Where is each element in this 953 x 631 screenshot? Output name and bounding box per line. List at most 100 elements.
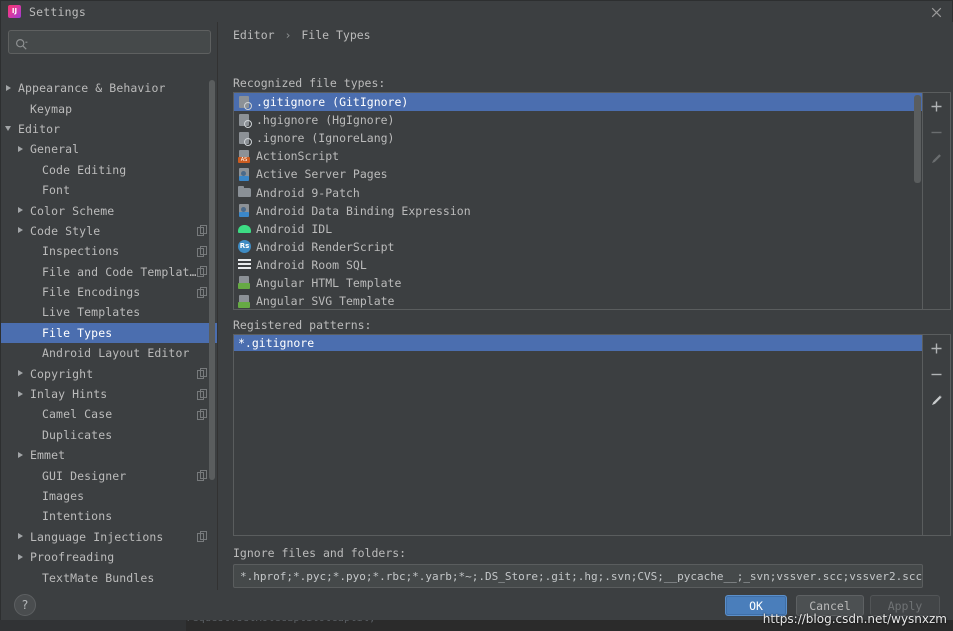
sidebar-item-label: Emmet	[30, 448, 66, 463]
pattern-row[interactable]: *.gitignore	[234, 335, 922, 351]
file-type-label: Android 9-Patch	[256, 185, 360, 200]
sidebar-item-code-editing[interactable]: Code Editing	[1, 160, 218, 180]
file-type-label: Android RenderScript	[256, 239, 395, 254]
file-type-row[interactable]: Rs Android RenderScript	[234, 238, 922, 256]
chevron-right-icon[interactable]	[17, 532, 26, 541]
copy-settings-icon	[197, 388, 208, 400]
search-box[interactable]	[8, 30, 211, 54]
sidebar-item-gui-designer[interactable]: GUI Designer	[1, 465, 218, 485]
sidebar-item-font[interactable]: Font	[1, 180, 218, 200]
ignore-files-input[interactable]: *.hprof;*.pyc;*.pyo;*.rbc;*.yarb;*~;.DS_…	[233, 564, 923, 588]
sidebar-item-general[interactable]: General	[1, 139, 218, 159]
sidebar-item-inlay-hints[interactable]: Inlay Hints	[1, 384, 218, 404]
chevron-down-icon[interactable]	[5, 124, 14, 133]
file-type-row[interactable]: Angular HTML Template	[234, 274, 922, 292]
recognized-list-scrollbar[interactable]	[914, 95, 921, 183]
chevron-right-icon[interactable]	[17, 451, 26, 460]
file-type-row[interactable]: Android IDL	[234, 220, 922, 238]
sidebar-item-label: Intentions	[42, 509, 113, 524]
sidebar-item-code-style[interactable]: Code Style	[1, 221, 218, 241]
sidebar-item-inspections[interactable]: Inspections	[1, 241, 218, 261]
search-icon	[15, 36, 28, 50]
sidebar-item-intentions[interactable]: Intentions	[1, 506, 218, 526]
sidebar-item-label: General	[30, 142, 80, 157]
sidebar-item-file-and-code-templates[interactable]: File and Code Templates	[1, 262, 218, 282]
file-type-row[interactable]: Android 9-Patch	[234, 183, 922, 201]
chevron-right-icon[interactable]	[5, 84, 14, 93]
breadcrumb-leaf: File Types	[301, 28, 371, 42]
sidebar-item-label: Color Scheme	[30, 203, 115, 218]
sidebar-item-label: Font	[42, 183, 71, 198]
sidebar-item-images[interactable]: Images	[1, 486, 218, 506]
sidebar-item-live-templates[interactable]: Live Templates	[1, 302, 218, 322]
sidebar-item-android-layout-editor[interactable]: Android Layout Editor	[1, 343, 218, 363]
sidebar-item-label: File Encodings	[42, 285, 141, 300]
breadcrumb-separator-icon: ›	[284, 28, 292, 42]
close-icon[interactable]	[928, 4, 944, 20]
ignore-files-label: Ignore files and folders:	[233, 546, 407, 560]
file-type-row[interactable]: Android Data Binding Expression	[234, 202, 922, 220]
sidebar-item-file-encodings[interactable]: File Encodings	[1, 282, 218, 302]
chevron-right-icon[interactable]	[17, 206, 26, 215]
chevron-right-icon[interactable]	[17, 226, 26, 235]
file-type-row[interactable]: .gitignore (GitIgnore)	[234, 93, 922, 112]
sidebar-item-label: Appearance & Behavior	[18, 81, 166, 96]
sidebar-item-proofreading[interactable]: Proofreading	[1, 547, 218, 567]
file-type-row[interactable]: Active Server Pages	[234, 165, 922, 183]
chevron-right-icon[interactable]	[17, 390, 26, 399]
settings-dialog: IJ Settings Appearance & Behavior Keymap…	[0, 0, 953, 620]
sidebar-item-label: Code Editing	[42, 162, 127, 177]
sidebar-item-textmate-bundles[interactable]: TextMate Bundles	[1, 567, 218, 587]
angular-svg-icon	[238, 294, 251, 308]
android-databinding-icon	[238, 204, 251, 218]
sidebar-item-language-injections[interactable]: Language Injections	[1, 527, 218, 547]
sidebar-item-keymap[interactable]: Keymap	[1, 98, 218, 118]
sidebar-item-file-types[interactable]: File Types	[1, 322, 218, 344]
edit-pattern-button[interactable]	[923, 387, 950, 413]
recognized-file-types-list[interactable]: .gitignore (GitIgnore) .hgignore (HgIgnor…	[233, 92, 923, 310]
file-type-row[interactable]: Angular SVG Template	[234, 292, 922, 309]
sidebar-item-editor[interactable]: Editor	[1, 119, 218, 139]
sidebar-scrollbar[interactable]	[209, 80, 215, 480]
remove-pattern-button[interactable]	[923, 361, 950, 387]
copy-settings-icon	[197, 408, 208, 420]
chevron-right-icon[interactable]	[17, 145, 26, 154]
sidebar-item-label: Inspections	[42, 244, 120, 259]
ignore-files-value: *.hprof;*.pyc;*.pyo;*.rbc;*.yarb;*~;.DS_…	[240, 569, 923, 583]
sidebar-item-duplicates[interactable]: Duplicates	[1, 425, 218, 445]
sidebar-item-copyright[interactable]: Copyright	[1, 363, 218, 383]
help-button[interactable]: ?	[14, 594, 36, 616]
file-type-row[interactable]: .ignore (IgnoreLang)	[234, 129, 922, 147]
dialog-titlebar: IJ Settings	[1, 1, 952, 22]
file-type-row[interactable]: Android Room SQL	[234, 256, 922, 274]
remove-file-type-button[interactable]	[923, 119, 950, 145]
sidebar-item-appearance-behavior[interactable]: Appearance & Behavior	[1, 78, 218, 98]
chevron-right-icon[interactable]	[17, 369, 26, 378]
file-type-row[interactable]: AS ActionScript	[234, 147, 922, 165]
file-type-label: Android IDL	[256, 221, 333, 236]
watermark-text: https://blog.csdn.net/wysnxzm	[762, 612, 947, 626]
file-type-label: .gitignore (GitIgnore)	[256, 95, 409, 110]
file-type-row[interactable]: .hgignore (HgIgnore)	[234, 111, 922, 129]
sidebar-item-camel-case[interactable]: Camel Case	[1, 404, 218, 424]
registered-patterns-list[interactable]: *.gitignore	[233, 334, 923, 536]
sidebar-item-label: Camel Case	[42, 407, 113, 422]
pattern-label: *.gitignore	[238, 336, 315, 350]
settings-window-root: request.setRoleCaptilotCaptil; IJ Settin…	[0, 0, 953, 631]
chevron-right-icon[interactable]	[17, 553, 26, 562]
sidebar-item-emmet[interactable]: Emmet	[1, 445, 218, 465]
sidebar-item-label: TextMate Bundles	[42, 570, 155, 585]
search-input[interactable]	[28, 31, 210, 53]
settings-tree[interactable]: Appearance & Behavior Keymap Editor General…	[1, 78, 218, 590]
add-file-type-button[interactable]	[923, 93, 950, 119]
sidebar-item-color-scheme[interactable]: Color Scheme	[1, 200, 218, 220]
breadcrumb-root[interactable]: Editor	[233, 28, 275, 42]
edit-file-type-button[interactable]	[923, 145, 950, 171]
add-pattern-button[interactable]	[923, 335, 950, 361]
